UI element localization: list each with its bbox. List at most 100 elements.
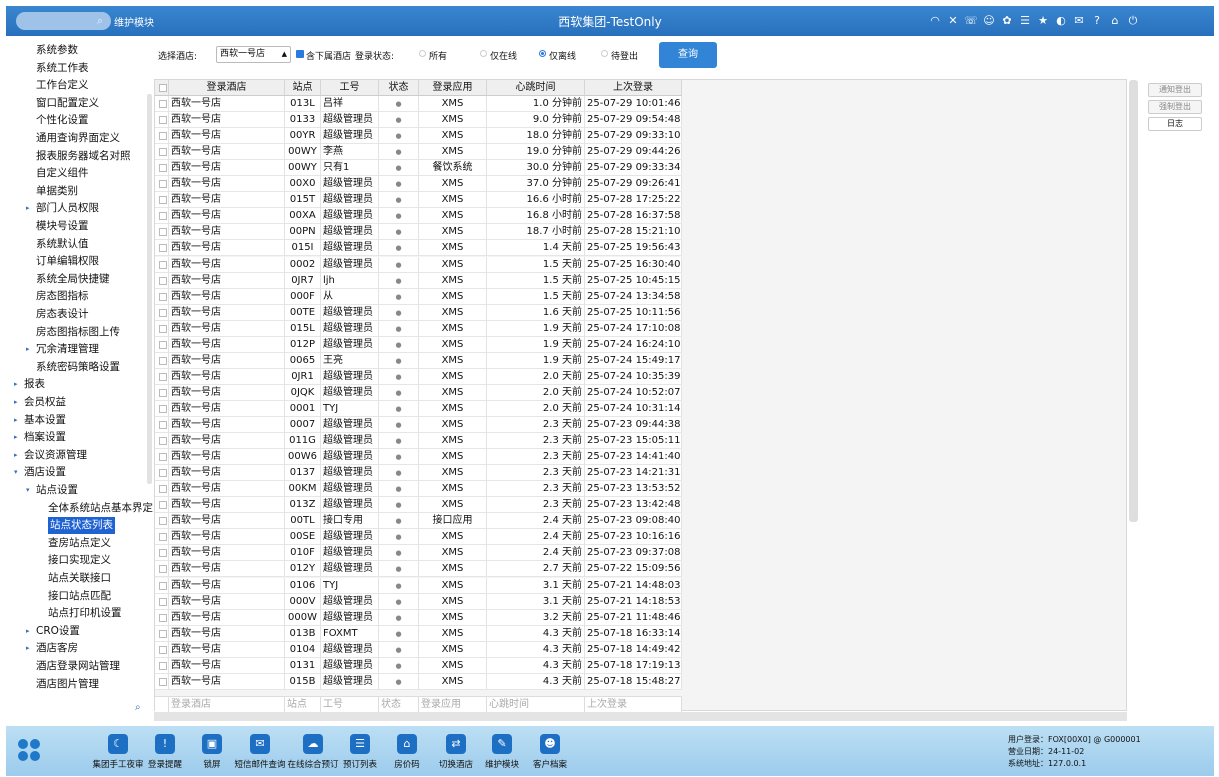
row-checkbox[interactable] <box>155 641 169 658</box>
sidebar-item[interactable]: 通用查询界面定义 <box>6 130 146 147</box>
sidebar-item[interactable]: 模块号设置 <box>6 218 146 235</box>
checkbox[interactable] <box>159 340 167 349</box>
tools-icon[interactable]: ✕ <box>946 13 960 28</box>
select-all-checkbox[interactable] <box>155 80 169 96</box>
horizontal-scrollbar[interactable] <box>154 712 1127 721</box>
sidebar-item[interactable]: 全体系统站点基本界定 <box>6 500 153 517</box>
row-checkbox[interactable] <box>155 657 169 674</box>
filter-input[interactable]: 心跳时间 <box>487 696 585 712</box>
checkbox[interactable] <box>159 148 167 157</box>
checkbox[interactable] <box>159 180 167 189</box>
radio-online[interactable] <box>480 50 487 57</box>
column-header[interactable]: 登录酒店 <box>169 80 285 96</box>
vertical-scrollbar[interactable] <box>1129 80 1138 522</box>
row-checkbox[interactable] <box>155 96 169 112</box>
column-header[interactable]: 工号 <box>321 80 379 96</box>
palette-icon[interactable]: ✿ <box>1000 13 1014 28</box>
checkbox[interactable] <box>159 549 167 558</box>
checkbox[interactable] <box>159 517 167 526</box>
sidebar-item[interactable]: ▸ 酒店客房 <box>6 640 146 657</box>
sidebar-item[interactable]: ▾ 站点设置 <box>6 482 146 499</box>
sidebar-item[interactable]: 自定义组件 <box>6 165 146 182</box>
checkbox[interactable] <box>159 116 167 125</box>
row-checkbox[interactable] <box>155 272 169 289</box>
sidebar-item[interactable]: 订单编辑权限 <box>6 253 146 270</box>
chevron-right-icon[interactable]: ▸ <box>26 640 30 657</box>
toolbar-button[interactable]: ☻ 客户档案 <box>520 734 580 774</box>
sidebar-item[interactable]: ▾ 酒店设置 <box>6 464 146 481</box>
sidebar-item[interactable]: 窗口配置定义 <box>6 95 146 112</box>
sidebar-item[interactable]: 查房站点定义 <box>6 535 146 552</box>
sidebar-item[interactable]: 系统参数 <box>6 42 146 59</box>
checkbox[interactable] <box>159 469 167 478</box>
chevron-right-icon[interactable]: ▸ <box>26 341 30 358</box>
sidebar-item[interactable]: ▸ 基本设置 <box>6 412 146 429</box>
sidebar-item[interactable]: ▸ 冗余清理管理 <box>6 341 146 358</box>
row-checkbox[interactable] <box>155 609 169 626</box>
checkbox[interactable] <box>159 485 167 494</box>
checkbox[interactable] <box>159 324 167 333</box>
checkbox[interactable] <box>159 308 167 317</box>
sidebar-item[interactable]: 房态图指标 <box>6 288 146 305</box>
sidebar-item[interactable]: 接口实现定义 <box>6 552 146 569</box>
filter-input[interactable]: 站点 <box>285 696 321 712</box>
chevron-down-icon[interactable]: ▾ <box>14 464 18 481</box>
checkbox[interactable] <box>159 565 167 574</box>
row-checkbox[interactable] <box>155 384 169 401</box>
chevron-right-icon[interactable]: ▸ <box>26 623 30 640</box>
chevron-right-icon[interactable]: ▸ <box>14 394 18 411</box>
sidebar-item[interactable]: 接口站点匹配 <box>6 588 146 605</box>
column-header[interactable]: 登录应用 <box>419 80 487 96</box>
checkbox[interactable] <box>159 244 167 253</box>
sidebar-item[interactable]: ▸ 会员权益 <box>6 394 146 411</box>
row-checkbox[interactable] <box>155 497 169 514</box>
radio-pending[interactable] <box>601 50 608 57</box>
checkbox[interactable] <box>159 228 167 237</box>
row-checkbox[interactable] <box>155 593 169 610</box>
row-checkbox[interactable] <box>155 561 169 578</box>
chevron-right-icon[interactable]: ▸ <box>14 429 18 446</box>
checkbox[interactable] <box>159 84 167 92</box>
checkbox[interactable] <box>159 164 167 173</box>
star-icon[interactable]: ★ <box>1036 13 1050 28</box>
row-checkbox[interactable] <box>155 336 169 353</box>
sidebar-item[interactable]: 站点打印机设置 <box>6 605 146 622</box>
include-sub-checkbox[interactable] <box>296 50 304 58</box>
help-icon[interactable]: ? <box>1090 13 1104 28</box>
filter-input[interactable]: 状态 <box>379 696 419 712</box>
sidebar-item[interactable]: 站点关联接口 <box>6 570 146 587</box>
force-logout-button[interactable]: 强制登出 <box>1148 100 1202 114</box>
row-checkbox[interactable] <box>155 449 169 466</box>
row-checkbox[interactable] <box>155 625 169 642</box>
checkbox[interactable] <box>159 581 167 590</box>
checkbox[interactable] <box>159 645 167 654</box>
checkbox[interactable] <box>159 629 167 638</box>
sidebar-item[interactable]: 酒店图片管理 <box>6 676 146 693</box>
column-header[interactable]: 状态 <box>379 80 419 96</box>
row-checkbox[interactable] <box>155 144 169 161</box>
filter-input[interactable]: 登录应用 <box>419 696 487 712</box>
checkbox[interactable] <box>159 677 167 686</box>
search-icon[interactable]: ⌕ <box>135 702 141 713</box>
row-checkbox[interactable] <box>155 400 169 417</box>
mail-icon[interactable]: ✉ <box>1072 13 1086 28</box>
sidebar-item[interactable]: 房态表设计 <box>6 306 146 323</box>
filter-input[interactable]: 登录酒店 <box>169 696 285 712</box>
hotel-select[interactable]: 西软一号店 ▲ <box>216 46 291 63</box>
sidebar-item[interactable]: 系统密码策略设置 <box>6 359 146 376</box>
query-button[interactable]: 查询 <box>659 42 717 68</box>
checkbox[interactable] <box>159 196 167 205</box>
column-header[interactable]: 上次登录 <box>585 80 682 96</box>
checkbox[interactable] <box>159 276 167 285</box>
sidebar-item[interactable]: 工作台定义 <box>6 77 146 94</box>
power-icon[interactable]: ⏻ <box>1126 13 1140 28</box>
row-checkbox[interactable] <box>155 192 169 209</box>
log-button[interactable]: 日志 <box>1148 117 1202 131</box>
column-header[interactable]: 心跳时间 <box>487 80 585 96</box>
checkbox[interactable] <box>159 533 167 542</box>
column-header[interactable]: 站点 <box>285 80 321 96</box>
row-checkbox[interactable] <box>155 240 169 257</box>
row-checkbox[interactable] <box>155 304 169 321</box>
row-checkbox[interactable] <box>155 160 169 177</box>
checkbox[interactable] <box>159 132 167 141</box>
